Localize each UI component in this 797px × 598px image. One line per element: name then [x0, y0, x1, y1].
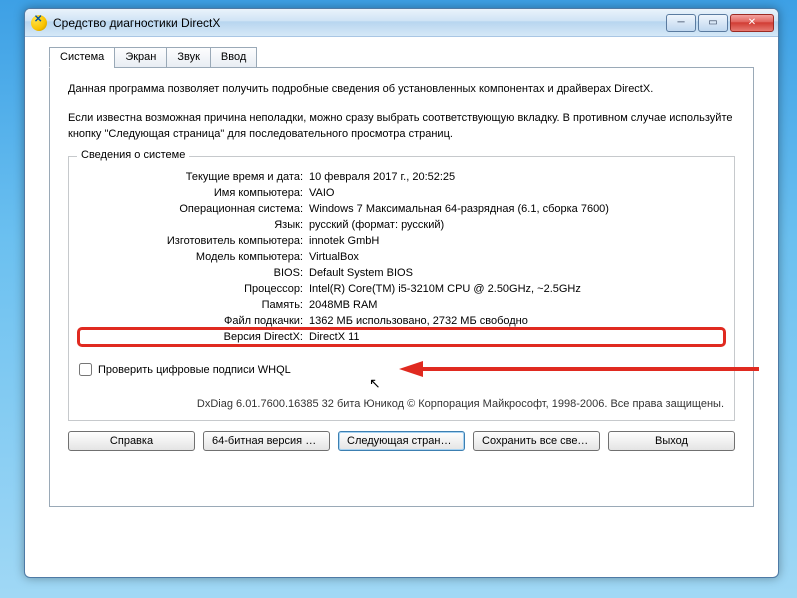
row-manufacturer: Изготовитель компьютера: innotek GmbH: [79, 233, 724, 249]
client-area: Система Экран Звук Ввод Данная программа…: [25, 37, 778, 523]
cursor-icon: ↖: [369, 375, 381, 392]
row-model: Модель компьютера: VirtualBox: [79, 249, 724, 265]
titlebar[interactable]: Средство диагностики DirectX ─ ▭ ✕: [25, 9, 778, 37]
value-pagefile: 1362 МБ использовано, 2732 МБ свободно: [309, 315, 724, 327]
help-button[interactable]: Справка: [68, 431, 195, 451]
tab-input[interactable]: Ввод: [210, 47, 257, 68]
intro-text-1: Данная программа позволяет получить подр…: [68, 82, 735, 97]
fieldset-legend: Сведения о системе: [77, 149, 189, 161]
minimize-button[interactable]: ─: [666, 14, 696, 32]
label-datetime: Текущие время и дата:: [79, 171, 309, 183]
value-cpu: Intel(R) Core(TM) i5-3210M CPU @ 2.50GHz…: [309, 283, 724, 295]
label-memory: Память:: [79, 299, 309, 311]
value-os: Windows 7 Максимальная 64-разрядная (6.1…: [309, 203, 724, 215]
tab-sound[interactable]: Звук: [166, 47, 211, 68]
x64-button[interactable]: 64-битная версия DxDiag: [203, 431, 330, 451]
row-memory: Память: 2048MB RAM: [79, 297, 724, 313]
exit-button[interactable]: Выход: [608, 431, 735, 451]
value-manufacturer: innotek GmbH: [309, 235, 724, 247]
save-all-button[interactable]: Сохранить все сведения…: [473, 431, 600, 451]
next-page-button[interactable]: Следующая страница: [338, 431, 465, 451]
tab-panel-system: Данная программа позволяет получить подр…: [49, 67, 754, 507]
value-bios: Default System BIOS: [309, 267, 724, 279]
label-language: Язык:: [79, 219, 309, 231]
window-controls: ─ ▭ ✕: [666, 14, 774, 32]
label-os: Операционная система:: [79, 203, 309, 215]
dxdiag-icon: [31, 15, 47, 31]
value-datetime: 10 февраля 2017 г., 20:52:25: [309, 171, 724, 183]
label-computer-name: Имя компьютера:: [79, 187, 309, 199]
row-language: Язык: русский (формат: русский): [79, 217, 724, 233]
tab-bar: Система Экран Звук Ввод: [49, 47, 754, 68]
tab-system[interactable]: Система: [49, 47, 115, 68]
value-directx-version: DirectX 11: [309, 331, 724, 343]
row-datetime: Текущие время и дата: 10 февраля 2017 г.…: [79, 169, 724, 185]
close-button[interactable]: ✕: [730, 14, 774, 32]
maximize-button[interactable]: ▭: [698, 14, 728, 32]
row-bios: BIOS: Default System BIOS: [79, 265, 724, 281]
value-memory: 2048MB RAM: [309, 299, 724, 311]
label-directx-version: Версия DirectX:: [79, 331, 309, 343]
tab-display[interactable]: Экран: [114, 47, 167, 68]
system-info-fieldset: Сведения о системе Текущие время и дата:…: [68, 156, 735, 421]
window-title: Средство диагностики DirectX: [53, 16, 220, 30]
row-cpu: Процессор: Intel(R) Core(TM) i5-3210M CP…: [79, 281, 724, 297]
label-pagefile: Файл подкачки:: [79, 315, 309, 327]
value-computer-name: VAIO: [309, 187, 724, 199]
system-info-table: Текущие время и дата: 10 февраля 2017 г.…: [79, 169, 724, 345]
dxdiag-window: Средство диагностики DirectX ─ ▭ ✕ Систе…: [24, 8, 779, 578]
row-computer-name: Имя компьютера: VAIO: [79, 185, 724, 201]
whql-checkbox[interactable]: [79, 363, 92, 376]
whql-check-row: Проверить цифровые подписи WHQL: [79, 363, 724, 376]
row-directx-version: Версия DirectX: DirectX 11: [79, 329, 724, 345]
value-model: VirtualBox: [309, 251, 724, 263]
label-model: Модель компьютера:: [79, 251, 309, 263]
row-os: Операционная система: Windows 7 Максимал…: [79, 201, 724, 217]
intro-text-2: Если известна возможная причина неполадк…: [68, 111, 735, 142]
label-bios: BIOS:: [79, 267, 309, 279]
button-row: Справка 64-битная версия DxDiag Следующа…: [68, 431, 735, 451]
row-pagefile: Файл подкачки: 1362 МБ использовано, 273…: [79, 313, 724, 329]
footer-copyright: DxDiag 6.01.7600.16385 32 бита Юникод © …: [79, 398, 724, 410]
label-cpu: Процессор:: [79, 283, 309, 295]
label-manufacturer: Изготовитель компьютера:: [79, 235, 309, 247]
whql-checkbox-label: Проверить цифровые подписи WHQL: [98, 364, 291, 376]
value-language: русский (формат: русский): [309, 219, 724, 231]
